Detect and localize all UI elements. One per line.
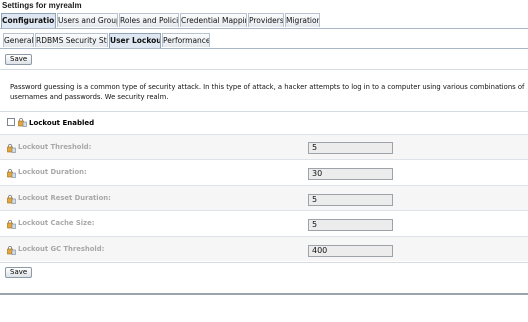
tab-general[interactable]: General: [3, 33, 34, 47]
secondary-tab-bar: General RDBMS Security Store User Lockou…: [0, 33, 528, 49]
policy-lock-icon: [7, 144, 16, 153]
lockout-threshold-input[interactable]: 5: [308, 142, 393, 154]
tab-users-and-groups[interactable]: Users and Groups: [57, 13, 118, 27]
tab-providers[interactable]: Providers: [248, 13, 284, 27]
policy-lock-icon: [7, 195, 16, 204]
tab-performance[interactable]: Performance: [162, 33, 210, 47]
policy-lock-icon: [7, 220, 16, 229]
tab-user-lockout[interactable]: User Lockout: [109, 33, 161, 48]
policy-lock-icon: [7, 169, 16, 178]
divider: [0, 111, 528, 112]
field-label: Lockout Reset Duration:: [18, 194, 111, 202]
save-button-bottom[interactable]: Save: [5, 267, 33, 278]
field-row-lockout-gc-threshold: Lockout GC Threshold: 400: [0, 236, 528, 261]
lockout-reset-duration-input[interactable]: 5: [308, 194, 393, 206]
page-title: Settings for myrealm: [2, 1, 82, 10]
tab-rdbms-security-store[interactable]: RDBMS Security Store: [35, 33, 108, 47]
field-row-lockout-duration: Lockout Duration: 30: [0, 159, 528, 184]
field-row-lockout-reset-duration: Lockout Reset Duration: 5: [0, 185, 528, 210]
save-button[interactable]: Save: [5, 54, 33, 65]
primary-tab-bar: Configuration Users and Groups Roles and…: [0, 13, 528, 29]
tab-configuration[interactable]: Configuration: [1, 13, 56, 28]
tab-migration[interactable]: Migration: [285, 13, 320, 27]
lockout-duration-input[interactable]: 30: [308, 168, 393, 180]
field-row-lockout-threshold: Lockout Threshold: 5: [0, 134, 528, 159]
lockout-cache-size-input[interactable]: 5: [308, 219, 393, 231]
field-label: Lockout Duration:: [18, 168, 87, 176]
tab-credential-mappings[interactable]: Credential Mappings: [180, 13, 247, 27]
bottom-divider: [0, 293, 528, 295]
field-row-lockout-cache-size: Lockout Cache Size: 5: [0, 210, 528, 235]
description-text: Password guessing is a common type of se…: [10, 83, 525, 101]
field-label: Lockout GC Threshold:: [18, 245, 105, 253]
divider: [0, 262, 528, 263]
divider: [0, 69, 528, 70]
field-label: Lockout Threshold:: [18, 143, 92, 151]
tab-roles-and-policies[interactable]: Roles and Policies: [119, 13, 179, 27]
field-label: Lockout Cache Size:: [18, 219, 95, 227]
policy-lock-icon: [18, 118, 27, 127]
lockout-enabled-checkbox[interactable]: [7, 118, 15, 126]
policy-lock-icon: [7, 246, 16, 255]
lockout-gc-threshold-input[interactable]: 400: [308, 245, 393, 257]
lockout-enabled-label: Lockout Enabled: [29, 119, 95, 127]
